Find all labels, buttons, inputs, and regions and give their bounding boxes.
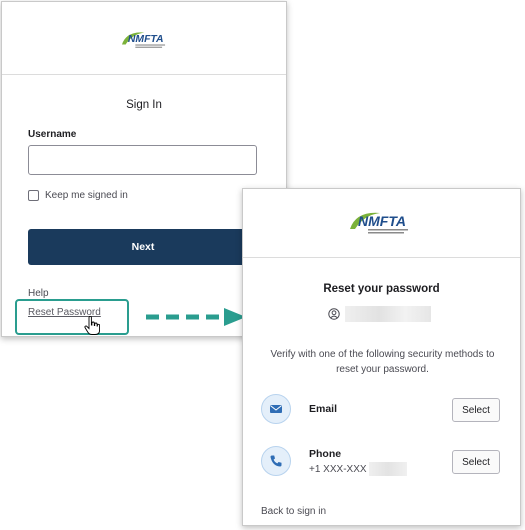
hand-cursor-icon	[84, 316, 100, 336]
email-select-button[interactable]: Select	[452, 398, 500, 422]
reset-link-highlight	[15, 299, 129, 335]
phone-select-button[interactable]: Select	[452, 450, 500, 474]
sign-in-title: Sign In	[126, 99, 162, 111]
email-method-name: Email	[309, 403, 338, 415]
reset-password-card: NMFTA Reset your password Verify with on…	[242, 188, 521, 526]
username-label: Username	[28, 129, 77, 140]
reset-header: NMFTA	[243, 189, 520, 258]
dashed-arrow-icon	[144, 305, 248, 329]
user-icon	[328, 308, 340, 320]
username-input[interactable]	[28, 145, 257, 175]
phone-icon	[261, 446, 291, 476]
keep-signed-in-label: Keep me signed in	[45, 190, 128, 201]
phone-number-text: +1 XXX-XXX	[309, 463, 367, 475]
keep-signed-in-row[interactable]: Keep me signed in	[28, 190, 128, 201]
nmfta-logo: NMFTA	[346, 207, 416, 239]
user-identifier	[328, 306, 431, 322]
svg-text:NMFTA: NMFTA	[128, 34, 164, 45]
verify-description: Verify with one of the following securit…	[270, 349, 495, 375]
next-button[interactable]: Next	[28, 229, 258, 265]
back-to-sign-in-link[interactable]: Back to sign in	[261, 506, 326, 517]
email-icon	[261, 394, 291, 424]
phone-method-row: Phone +1 XXX-XXX Select	[261, 443, 500, 483]
help-label: Help	[28, 288, 49, 299]
keep-signed-in-checkbox[interactable]	[28, 190, 39, 201]
svg-text:NMFTA: NMFTA	[358, 213, 406, 229]
nmfta-logo: NMFTA	[119, 27, 171, 53]
sign-in-header: NMFTA	[2, 2, 286, 75]
redacted-username	[345, 306, 431, 322]
email-method-row: Email Select	[261, 391, 500, 431]
phone-method-name: Phone	[309, 448, 342, 460]
redacted-phone-digits	[368, 462, 407, 476]
reset-title: Reset your password	[323, 283, 440, 295]
phone-method-detail: +1 XXX-XXX	[309, 462, 407, 476]
